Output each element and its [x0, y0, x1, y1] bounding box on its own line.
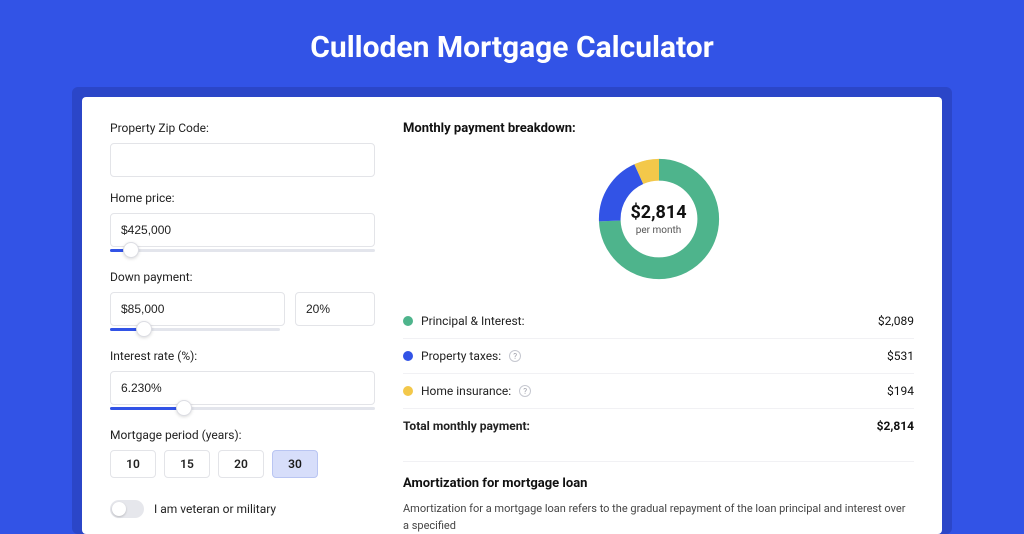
donut-sublabel: per month: [636, 225, 682, 236]
donut-chart-wrap: $2,814 per month: [403, 148, 914, 294]
interest-rate-slider[interactable]: [110, 404, 375, 414]
period-button-30[interactable]: 30: [272, 450, 318, 478]
down-payment-row: [110, 292, 375, 326]
breakdown-label: Home insurance:: [421, 384, 511, 398]
home-price-slider[interactable]: [110, 246, 375, 256]
donut-chart: $2,814 per month: [594, 154, 724, 284]
breakdown-row-left: Home insurance:?: [403, 384, 531, 398]
breakdown-value: $2,089: [878, 314, 914, 328]
breakdown-row: Home insurance:? $194: [403, 373, 914, 408]
zip-input[interactable]: [110, 143, 375, 177]
calculator-card-shadow: Property Zip Code: Home price: Down paym…: [72, 87, 952, 534]
info-icon[interactable]: ?: [519, 385, 531, 397]
veteran-toggle[interactable]: [110, 500, 144, 518]
breakdown-label: Principal & Interest:: [421, 314, 525, 328]
slider-thumb[interactable]: [136, 321, 152, 337]
calculator-card: Property Zip Code: Home price: Down paym…: [82, 97, 942, 534]
breakdown-row: Principal & Interest: $2,089: [403, 304, 914, 338]
down-payment-amount-input[interactable]: [110, 292, 285, 326]
breakdown-row-left: Principal & Interest:: [403, 314, 525, 328]
veteran-toggle-label: I am veteran or military: [154, 502, 276, 516]
breakdown-row-left: Property taxes:?: [403, 349, 521, 363]
breakdown-value: $194: [887, 384, 914, 398]
period-button-10[interactable]: 10: [110, 450, 156, 478]
breakdown-row: Property taxes:? $531: [403, 338, 914, 373]
donut-center: $2,814 per month: [594, 154, 724, 284]
home-price-input[interactable]: [110, 213, 375, 247]
page-title: Culloden Mortgage Calculator: [0, 0, 1024, 87]
breakdown-column: Monthly payment breakdown: $2,814 per mo…: [403, 121, 914, 534]
slider-track: [110, 249, 375, 252]
mortgage-period-row: 10 15 20 30: [110, 450, 375, 478]
donut-amount: $2,814: [630, 202, 686, 223]
breakdown-total-value: $2,814: [877, 419, 914, 433]
legend-dot: [403, 316, 413, 326]
legend-dot: [403, 386, 413, 396]
amortization-section: Amortization for mortgage loan Amortizat…: [403, 461, 914, 534]
breakdown-total-label: Total monthly payment:: [403, 419, 530, 433]
veteran-toggle-row: I am veteran or military: [110, 500, 375, 518]
period-button-20[interactable]: 20: [218, 450, 264, 478]
down-payment-label: Down payment:: [110, 270, 375, 284]
down-payment-percent-input[interactable]: [295, 292, 375, 326]
form-column: Property Zip Code: Home price: Down paym…: [110, 121, 375, 534]
amortization-title: Amortization for mortgage loan: [403, 476, 914, 491]
slider-thumb[interactable]: [123, 242, 139, 258]
toggle-knob: [112, 502, 126, 516]
info-icon[interactable]: ?: [509, 350, 521, 362]
interest-rate-input[interactable]: [110, 371, 375, 405]
breakdown-value: $531: [887, 349, 914, 363]
breakdown-label: Property taxes:: [421, 349, 501, 363]
slider-fill: [110, 407, 184, 410]
period-button-15[interactable]: 15: [164, 450, 210, 478]
zip-label: Property Zip Code:: [110, 121, 375, 135]
interest-rate-label: Interest rate (%):: [110, 349, 375, 363]
amortization-text: Amortization for a mortgage loan refers …: [403, 501, 914, 534]
home-price-label: Home price:: [110, 191, 375, 205]
down-payment-slider[interactable]: [110, 325, 280, 335]
legend-dot: [403, 351, 413, 361]
breakdown-list: Principal & Interest: $2,089 Property taxe…: [403, 304, 914, 443]
breakdown-heading: Monthly payment breakdown:: [403, 121, 914, 136]
breakdown-total-row: Total monthly payment: $2,814: [403, 408, 914, 443]
mortgage-period-label: Mortgage period (years):: [110, 428, 375, 442]
slider-thumb[interactable]: [176, 400, 192, 416]
calculator-card-wrap: Property Zip Code: Home price: Down paym…: [72, 87, 952, 534]
